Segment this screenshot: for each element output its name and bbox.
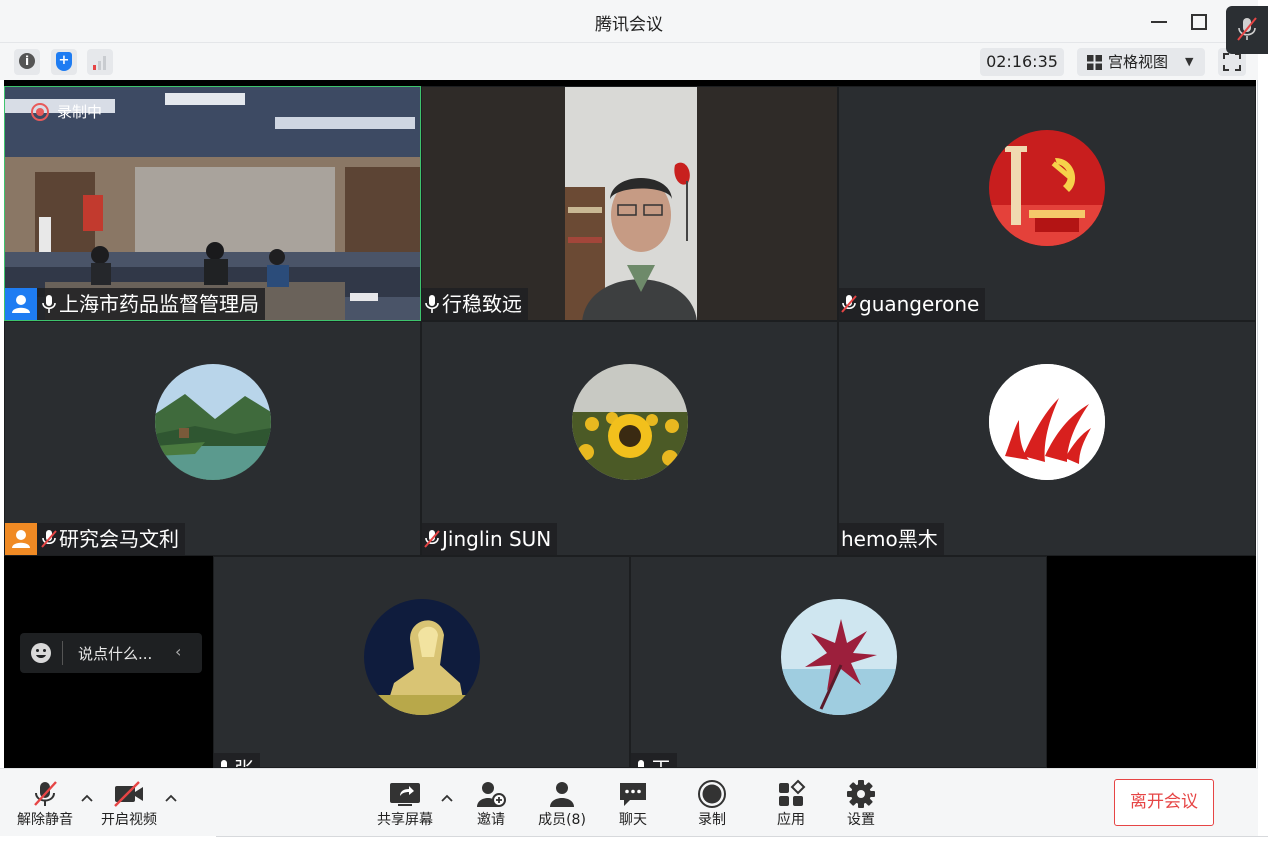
participant-name: 张 xyxy=(234,753,254,767)
participant-avatar xyxy=(572,364,688,480)
muted-microphone-icon xyxy=(34,781,57,806)
share-screen-button[interactable]: 共享屏幕 xyxy=(370,779,440,831)
muted-microphone-icon xyxy=(41,530,57,548)
participant-nametag: hemo黑木 xyxy=(839,523,944,555)
participant-name: hemo黑木 xyxy=(841,527,938,551)
chevron-left-icon[interactable]: ‹ xyxy=(175,642,181,661)
participant-nametag: Jinglin SUN xyxy=(422,523,558,555)
recording-label: 录制中 xyxy=(57,103,103,121)
meeting-info-bar: 02:16:35 宫格视图 ▼ xyxy=(0,42,1258,80)
participant-name: 王 xyxy=(651,753,671,767)
start-video-button[interactable]: 开启视频 xyxy=(94,779,164,831)
security-shield-icon[interactable] xyxy=(51,49,77,75)
settings-button[interactable]: 设置 xyxy=(826,779,896,831)
participant-tile[interactable]: guangerone xyxy=(838,86,1256,321)
participant-nametag: 上海市药品监督管理局 xyxy=(5,288,265,320)
share-screen-label: 共享屏幕 xyxy=(377,812,433,828)
view-mode-select[interactable]: 宫格视图 ▼ xyxy=(1077,48,1205,76)
host-badge-icon xyxy=(5,288,37,320)
participant-tile[interactable]: 录制中 上海市药品监督管理局 xyxy=(4,86,421,321)
meeting-timer: 02:16:35 xyxy=(980,48,1064,76)
start-video-label: 开启视频 xyxy=(101,812,157,828)
leave-meeting-button[interactable]: 离开会议 xyxy=(1114,779,1214,826)
window-title: 腾讯会议 xyxy=(595,15,663,35)
floating-mic-status[interactable] xyxy=(1226,6,1268,54)
participant-name: Jinglin SUN xyxy=(442,527,552,551)
share-screen-icon xyxy=(390,783,420,806)
participant-nametag: 行稳致远 xyxy=(422,288,528,320)
participant-avatar xyxy=(781,599,897,715)
participant-avatar xyxy=(989,364,1105,480)
microphone-icon xyxy=(425,295,439,313)
video-grid: 录制中 上海市药品监督管理局 行稳致远 guangerone 研究会马文利 Ji… xyxy=(4,80,1256,768)
chevron-up-icon[interactable] xyxy=(440,791,454,805)
info-icon[interactable] xyxy=(14,49,40,75)
participant-nametag: 张 xyxy=(214,753,260,767)
chat-button[interactable]: 聊天 xyxy=(598,779,668,831)
participant-nametag: 研究会马文利 xyxy=(5,523,185,555)
muted-microphone-icon xyxy=(1237,17,1257,41)
chevron-up-icon[interactable] xyxy=(80,791,94,805)
title-bar: 腾讯会议 xyxy=(0,0,1258,42)
participant-tile[interactable]: 行稳致远 xyxy=(421,86,838,321)
chat-label: 聊天 xyxy=(619,812,647,828)
divider xyxy=(62,641,63,665)
participant-name: 研究会马文利 xyxy=(59,527,179,551)
video-off-icon xyxy=(114,781,143,807)
grid-view-icon xyxy=(1087,55,1102,70)
participant-tile[interactable]: 张 xyxy=(213,556,630,768)
members-icon xyxy=(550,782,574,807)
background-window-edge xyxy=(216,836,1268,849)
video-feed-conference-room xyxy=(5,87,420,320)
cohost-badge-icon xyxy=(5,523,37,555)
network-signal-icon[interactable] xyxy=(87,49,113,75)
chat-placeholder[interactable]: 说点什么... xyxy=(78,643,152,664)
microphone-icon xyxy=(221,760,227,767)
gear-icon xyxy=(847,780,875,808)
record-icon xyxy=(698,780,726,808)
participant-name: 上海市药品监督管理局 xyxy=(59,292,259,316)
invite-button[interactable]: 邀请 xyxy=(456,779,526,831)
participant-tile[interactable]: 王 xyxy=(630,556,1047,768)
chevron-up-icon[interactable] xyxy=(164,791,178,805)
record-button[interactable]: 录制 xyxy=(677,779,747,831)
chat-bubble-icon xyxy=(620,783,646,806)
participant-name: guangerone xyxy=(859,292,980,316)
minimize-button[interactable] xyxy=(1147,8,1173,34)
recording-indicator: 录制中 xyxy=(31,101,102,122)
participant-avatar xyxy=(989,130,1105,246)
participant-name: 行稳致远 xyxy=(442,292,522,316)
chat-quick-input[interactable]: 说点什么... ‹ xyxy=(20,633,202,673)
maximize-button[interactable] xyxy=(1185,8,1211,34)
apps-grid-icon xyxy=(779,779,806,806)
microphone-icon xyxy=(42,295,56,313)
control-bar: 解除静音 开启视频 共享屏幕 邀请 成员(8) 聊天 录制 应用 设置 离开会议 xyxy=(0,768,1258,836)
record-label: 录制 xyxy=(698,812,726,828)
participant-avatar xyxy=(155,364,271,480)
record-dot-icon xyxy=(31,102,49,121)
settings-label: 设置 xyxy=(847,812,875,828)
participant-tile[interactable]: Jinglin SUN xyxy=(421,321,838,556)
unmute-label: 解除静音 xyxy=(17,812,73,828)
participant-nametag: guangerone xyxy=(839,288,986,320)
view-mode-label: 宫格视图 xyxy=(1108,53,1169,71)
muted-microphone-icon xyxy=(424,530,440,548)
emoji-icon[interactable] xyxy=(30,642,52,664)
video-feed-person xyxy=(422,87,837,320)
muted-microphone-icon xyxy=(841,295,857,313)
meeting-window: 腾讯会议 02:16:35 宫格视图 ▼ xyxy=(0,0,1258,836)
participant-nametag: 王 xyxy=(631,753,677,767)
participant-tile[interactable]: hemo黑木 xyxy=(838,321,1256,556)
participant-tile[interactable]: 研究会马文利 xyxy=(4,321,421,556)
add-user-icon xyxy=(477,782,506,807)
participant-avatar xyxy=(364,599,480,715)
members-button[interactable]: 成员(8) xyxy=(527,779,597,831)
unmute-button[interactable]: 解除静音 xyxy=(10,779,80,831)
microphone-icon xyxy=(638,760,644,767)
chevron-down-icon: ▼ xyxy=(1185,55,1194,68)
